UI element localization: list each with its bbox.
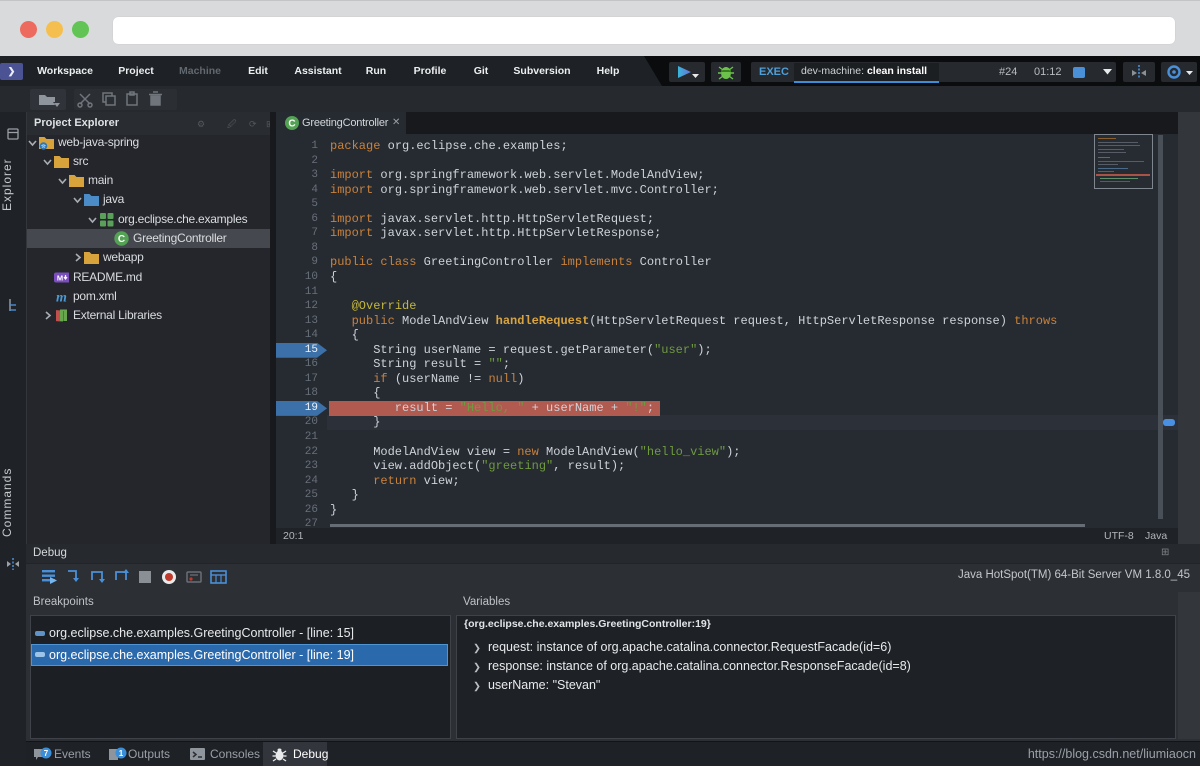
svg-text:C: C bbox=[118, 234, 125, 245]
svg-text:m: m bbox=[56, 290, 67, 304]
svg-text:C: C bbox=[288, 119, 295, 130]
svg-text:M: M bbox=[57, 273, 63, 282]
svg-text:7: 7 bbox=[44, 749, 49, 758]
svg-text:1: 1 bbox=[119, 749, 124, 758]
